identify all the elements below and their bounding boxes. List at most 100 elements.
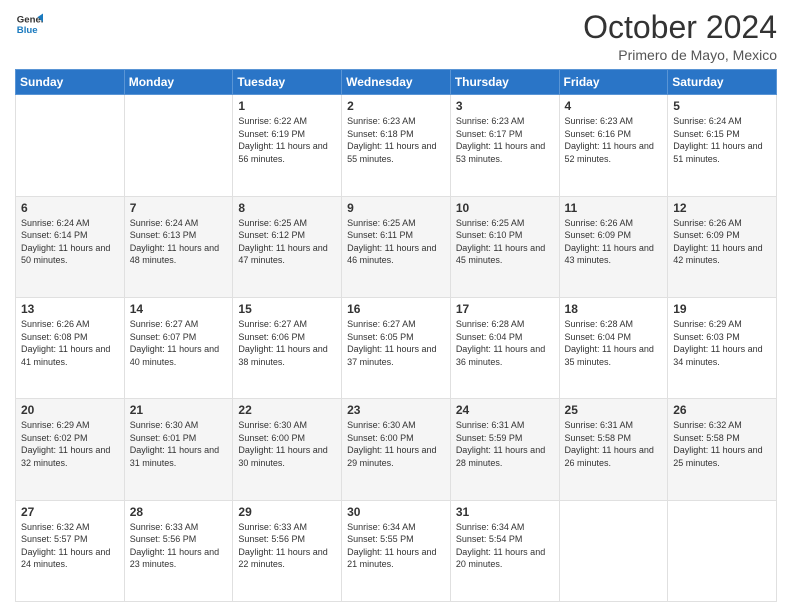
table-row: 10 Sunrise: 6:25 AMSunset: 6:10 PMDaylig… [450, 196, 559, 297]
day-number: 27 [21, 505, 119, 519]
calendar: Sunday Monday Tuesday Wednesday Thursday… [15, 69, 777, 602]
day-number: 18 [565, 302, 663, 316]
table-row: 7 Sunrise: 6:24 AMSunset: 6:13 PMDayligh… [124, 196, 233, 297]
table-row [124, 95, 233, 196]
table-row [559, 500, 668, 601]
calendar-header-row: Sunday Monday Tuesday Wednesday Thursday… [16, 70, 777, 95]
col-wednesday: Wednesday [342, 70, 451, 95]
location: Primero de Mayo, Mexico [583, 47, 777, 63]
title-block: October 2024 Primero de Mayo, Mexico [583, 10, 777, 63]
table-row: 1 Sunrise: 6:22 AMSunset: 6:19 PMDayligh… [233, 95, 342, 196]
day-info: Sunrise: 6:27 AMSunset: 6:05 PMDaylight:… [347, 318, 445, 368]
header: General Blue October 2024 Primero de May… [15, 10, 777, 63]
table-row: 6 Sunrise: 6:24 AMSunset: 6:14 PMDayligh… [16, 196, 125, 297]
page: General Blue October 2024 Primero de May… [0, 0, 792, 612]
table-row: 5 Sunrise: 6:24 AMSunset: 6:15 PMDayligh… [668, 95, 777, 196]
day-info: Sunrise: 6:29 AMSunset: 6:02 PMDaylight:… [21, 419, 119, 469]
day-info: Sunrise: 6:29 AMSunset: 6:03 PMDaylight:… [673, 318, 771, 368]
table-row: 25 Sunrise: 6:31 AMSunset: 5:58 PMDaylig… [559, 399, 668, 500]
day-number: 17 [456, 302, 554, 316]
table-row: 12 Sunrise: 6:26 AMSunset: 6:09 PMDaylig… [668, 196, 777, 297]
day-info: Sunrise: 6:30 AMSunset: 6:01 PMDaylight:… [130, 419, 228, 469]
table-row: 31 Sunrise: 6:34 AMSunset: 5:54 PMDaylig… [450, 500, 559, 601]
day-info: Sunrise: 6:33 AMSunset: 5:56 PMDaylight:… [130, 521, 228, 571]
table-row: 14 Sunrise: 6:27 AMSunset: 6:07 PMDaylig… [124, 297, 233, 398]
day-info: Sunrise: 6:30 AMSunset: 6:00 PMDaylight:… [238, 419, 336, 469]
table-row: 2 Sunrise: 6:23 AMSunset: 6:18 PMDayligh… [342, 95, 451, 196]
table-row: 19 Sunrise: 6:29 AMSunset: 6:03 PMDaylig… [668, 297, 777, 398]
logo: General Blue [15, 10, 43, 38]
day-info: Sunrise: 6:24 AMSunset: 6:14 PMDaylight:… [21, 217, 119, 267]
table-row: 21 Sunrise: 6:30 AMSunset: 6:01 PMDaylig… [124, 399, 233, 500]
day-info: Sunrise: 6:28 AMSunset: 6:04 PMDaylight:… [456, 318, 554, 368]
table-row: 17 Sunrise: 6:28 AMSunset: 6:04 PMDaylig… [450, 297, 559, 398]
day-number: 6 [21, 201, 119, 215]
day-info: Sunrise: 6:34 AMSunset: 5:54 PMDaylight:… [456, 521, 554, 571]
day-info: Sunrise: 6:23 AMSunset: 6:17 PMDaylight:… [456, 115, 554, 165]
table-row: 22 Sunrise: 6:30 AMSunset: 6:00 PMDaylig… [233, 399, 342, 500]
day-number: 5 [673, 99, 771, 113]
day-number: 16 [347, 302, 445, 316]
day-number: 7 [130, 201, 228, 215]
table-row: 26 Sunrise: 6:32 AMSunset: 5:58 PMDaylig… [668, 399, 777, 500]
day-number: 22 [238, 403, 336, 417]
table-row: 29 Sunrise: 6:33 AMSunset: 5:56 PMDaylig… [233, 500, 342, 601]
day-info: Sunrise: 6:22 AMSunset: 6:19 PMDaylight:… [238, 115, 336, 165]
table-row: 13 Sunrise: 6:26 AMSunset: 6:08 PMDaylig… [16, 297, 125, 398]
col-tuesday: Tuesday [233, 70, 342, 95]
table-row: 23 Sunrise: 6:30 AMSunset: 6:00 PMDaylig… [342, 399, 451, 500]
day-info: Sunrise: 6:28 AMSunset: 6:04 PMDaylight:… [565, 318, 663, 368]
table-row: 18 Sunrise: 6:28 AMSunset: 6:04 PMDaylig… [559, 297, 668, 398]
calendar-week-row: 20 Sunrise: 6:29 AMSunset: 6:02 PMDaylig… [16, 399, 777, 500]
table-row: 28 Sunrise: 6:33 AMSunset: 5:56 PMDaylig… [124, 500, 233, 601]
day-info: Sunrise: 6:26 AMSunset: 6:09 PMDaylight:… [565, 217, 663, 267]
day-number: 4 [565, 99, 663, 113]
day-number: 1 [238, 99, 336, 113]
day-number: 31 [456, 505, 554, 519]
table-row [668, 500, 777, 601]
day-number: 8 [238, 201, 336, 215]
day-number: 12 [673, 201, 771, 215]
table-row: 8 Sunrise: 6:25 AMSunset: 6:12 PMDayligh… [233, 196, 342, 297]
day-info: Sunrise: 6:24 AMSunset: 6:13 PMDaylight:… [130, 217, 228, 267]
table-row: 20 Sunrise: 6:29 AMSunset: 6:02 PMDaylig… [16, 399, 125, 500]
calendar-week-row: 1 Sunrise: 6:22 AMSunset: 6:19 PMDayligh… [16, 95, 777, 196]
day-number: 3 [456, 99, 554, 113]
calendar-week-row: 6 Sunrise: 6:24 AMSunset: 6:14 PMDayligh… [16, 196, 777, 297]
day-info: Sunrise: 6:25 AMSunset: 6:12 PMDaylight:… [238, 217, 336, 267]
day-info: Sunrise: 6:33 AMSunset: 5:56 PMDaylight:… [238, 521, 336, 571]
table-row: 16 Sunrise: 6:27 AMSunset: 6:05 PMDaylig… [342, 297, 451, 398]
day-number: 20 [21, 403, 119, 417]
day-number: 21 [130, 403, 228, 417]
day-number: 30 [347, 505, 445, 519]
calendar-week-row: 13 Sunrise: 6:26 AMSunset: 6:08 PMDaylig… [16, 297, 777, 398]
table-row: 4 Sunrise: 6:23 AMSunset: 6:16 PMDayligh… [559, 95, 668, 196]
month-title: October 2024 [583, 10, 777, 45]
col-sunday: Sunday [16, 70, 125, 95]
day-number: 15 [238, 302, 336, 316]
svg-text:Blue: Blue [17, 25, 38, 36]
table-row: 30 Sunrise: 6:34 AMSunset: 5:55 PMDaylig… [342, 500, 451, 601]
day-number: 13 [21, 302, 119, 316]
day-number: 2 [347, 99, 445, 113]
day-number: 29 [238, 505, 336, 519]
day-info: Sunrise: 6:27 AMSunset: 6:06 PMDaylight:… [238, 318, 336, 368]
table-row: 27 Sunrise: 6:32 AMSunset: 5:57 PMDaylig… [16, 500, 125, 601]
day-number: 28 [130, 505, 228, 519]
day-number: 23 [347, 403, 445, 417]
svg-text:General: General [17, 14, 43, 25]
table-row [16, 95, 125, 196]
day-number: 14 [130, 302, 228, 316]
table-row: 3 Sunrise: 6:23 AMSunset: 6:17 PMDayligh… [450, 95, 559, 196]
day-info: Sunrise: 6:24 AMSunset: 6:15 PMDaylight:… [673, 115, 771, 165]
col-friday: Friday [559, 70, 668, 95]
day-info: Sunrise: 6:31 AMSunset: 5:58 PMDaylight:… [565, 419, 663, 469]
logo-icon: General Blue [15, 10, 43, 38]
day-number: 9 [347, 201, 445, 215]
day-number: 19 [673, 302, 771, 316]
day-info: Sunrise: 6:25 AMSunset: 6:10 PMDaylight:… [456, 217, 554, 267]
day-info: Sunrise: 6:23 AMSunset: 6:18 PMDaylight:… [347, 115, 445, 165]
table-row: 24 Sunrise: 6:31 AMSunset: 5:59 PMDaylig… [450, 399, 559, 500]
day-info: Sunrise: 6:25 AMSunset: 6:11 PMDaylight:… [347, 217, 445, 267]
day-info: Sunrise: 6:23 AMSunset: 6:16 PMDaylight:… [565, 115, 663, 165]
